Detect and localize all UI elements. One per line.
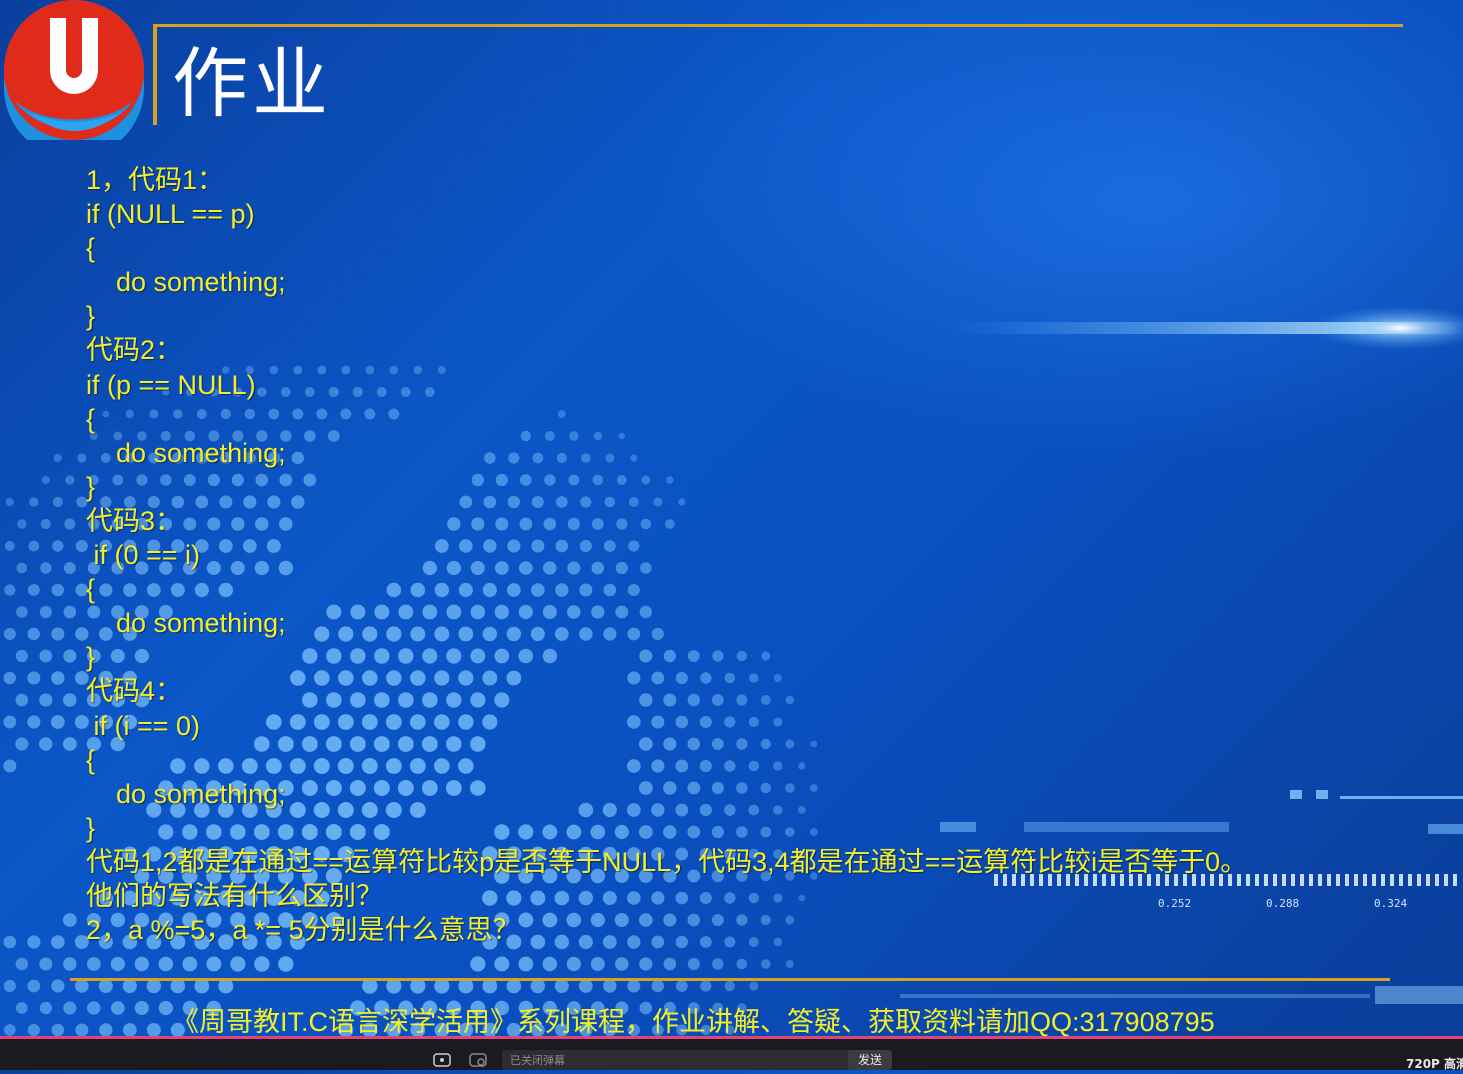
footer-divider	[70, 978, 1390, 981]
homework-content: 1，代码1： if (NULL == p){ do something;} 代码2：…	[86, 163, 1386, 947]
slide-title: 作业	[172, 39, 332, 128]
content-line: if (p == NULL)	[86, 369, 256, 400]
danmaku-input[interactable]	[502, 1050, 848, 1070]
content-line: 代码1,2都是在通过==运算符比较p是否等于NULL，代码3,4都是在通过==运…	[86, 846, 1248, 877]
content-line: if (NULL == p)	[86, 199, 255, 230]
brand-logo-icon	[4, 0, 144, 140]
danmaku-toggle-icon[interactable]	[432, 1052, 452, 1070]
content-line: 代码4：	[86, 676, 183, 707]
tick-label: 0.288	[1266, 897, 1300, 910]
content-line: 1，代码1：	[86, 165, 225, 195]
content-line: {	[86, 574, 96, 605]
content-line: do something;	[86, 267, 286, 298]
tick-label: 0.252	[1158, 897, 1192, 910]
content-line: 代码2：	[86, 335, 183, 366]
course-footer: 《周哥教IT.C语言深学活用》系列课程，作业讲解、答疑、获取资料请加QQ:317…	[172, 1007, 1215, 1037]
tick-label: 0.324	[1374, 897, 1408, 910]
content-line: {	[86, 233, 96, 264]
content-line: 代码3：	[86, 505, 183, 536]
content-line: do something;	[86, 608, 286, 639]
content-line: 2，a %=5，a *= 5分别是什么意思？	[86, 915, 520, 946]
content-line: }	[86, 642, 96, 673]
content-line: if (i == 0)	[86, 710, 201, 741]
content-line: }	[86, 301, 96, 332]
content-line: {	[86, 744, 96, 775]
danmaku-settings-icon[interactable]	[468, 1052, 488, 1070]
content-line: }	[86, 812, 96, 843]
content-line: if (0 == i)	[86, 540, 201, 571]
content-line: }	[86, 471, 96, 502]
title-divider-vertical	[153, 27, 157, 125]
send-button[interactable]: 发送	[848, 1050, 892, 1070]
content-line: do something;	[86, 778, 286, 809]
content-line: do something;	[86, 437, 286, 468]
content-line: {	[86, 403, 96, 434]
quality-selector[interactable]: 720P 高清	[1406, 1055, 1463, 1072]
title-divider-horizontal	[153, 24, 1403, 27]
